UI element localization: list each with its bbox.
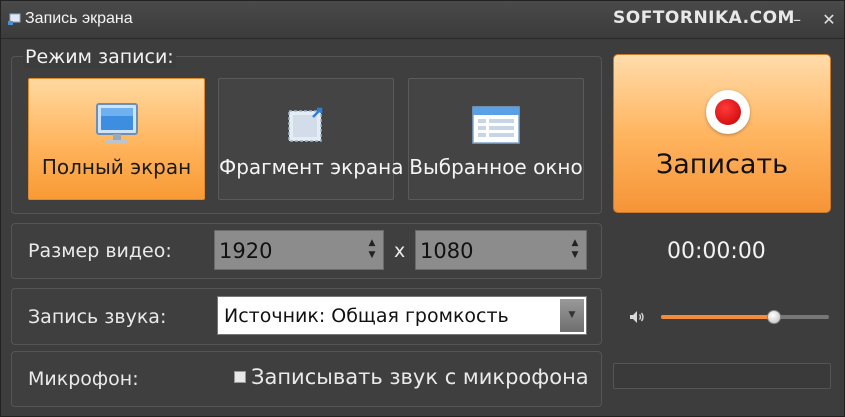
mode-window-button[interactable]: Выбранное окно	[408, 78, 584, 200]
title-bar[interactable]: Запись экрана SOFTORNIKA.COM – ✕	[1, 1, 844, 39]
monitor-icon	[95, 103, 138, 144]
mode-fullscreen-label: Полный экран	[41, 155, 192, 179]
audio-level-meter	[613, 363, 831, 389]
volume-slider[interactable]	[661, 310, 829, 324]
screen-recorder-window: Запись экрана SOFTORNIKA.COM – ✕ Режим з…	[0, 0, 845, 417]
microphone-label: Микрофон:	[28, 368, 139, 390]
speaker-icon[interactable]	[628, 308, 646, 326]
window-title: Запись экрана	[25, 10, 133, 27]
video-height-stepper[interactable]: 1080 ▲ ▼	[415, 230, 587, 270]
region-select-icon	[288, 107, 323, 142]
audio-label: Запись звука:	[28, 306, 167, 328]
mode-fullscreen-button[interactable]: Полный экран	[28, 78, 205, 200]
mode-fragment-label: Фрагмент экрана	[219, 155, 404, 179]
size-separator: x	[394, 240, 406, 262]
mode-fragment-button[interactable]: Фрагмент экрана	[218, 78, 404, 200]
record-icon	[706, 90, 750, 134]
audio-source-select[interactable]: Источник: Общая громкость ▼	[217, 296, 587, 335]
microphone-checkbox[interactable]	[234, 371, 246, 383]
microphone-checkbox-label[interactable]: Записывать звук с микрофона	[251, 365, 589, 389]
window-icon	[472, 106, 520, 144]
mode-window-label: Выбранное окно	[409, 155, 583, 179]
record-timer: 00:00:00	[667, 239, 766, 264]
volume-slider-thumb[interactable]	[766, 310, 781, 324]
stepper-arrows-icon[interactable]: ▲ ▼	[367, 237, 377, 261]
app-icon	[8, 13, 21, 25]
record-mode-title: Режим записи:	[23, 46, 176, 68]
video-height-value: 1080	[420, 239, 474, 263]
video-size-label: Размер видео:	[28, 240, 172, 262]
close-button[interactable]: ✕	[819, 10, 839, 30]
video-width-value: 1920	[219, 239, 273, 263]
volume-slider-fill	[661, 315, 774, 319]
chevron-down-icon[interactable]: ▼	[560, 299, 584, 332]
watermark: SOFTORNIKA.COM	[613, 8, 795, 28]
record-button-label: Записать	[655, 149, 789, 180]
audio-source-value: Источник: Общая громкость	[224, 305, 509, 327]
stepper-arrows-icon[interactable]: ▲ ▼	[570, 237, 580, 261]
record-button[interactable]: Записать	[613, 54, 831, 213]
minimize-button[interactable]: –	[787, 10, 807, 30]
video-width-stepper[interactable]: 1920 ▲ ▼	[214, 230, 384, 270]
